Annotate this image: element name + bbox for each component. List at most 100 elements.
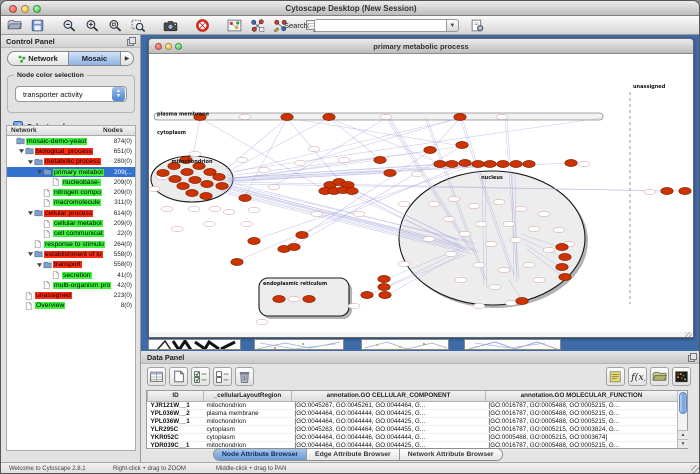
table-column-header[interactable]: ID (148, 391, 204, 401)
expander-icon[interactable] (27, 210, 34, 216)
tree-row[interactable]: mosaic-demo-yeast874(0) (7, 136, 135, 146)
table-row[interactable]: YKR052Ccytoplasm[GO:0044464, GO:0044446,… (148, 433, 678, 441)
tree-column-network[interactable]: Network (11, 127, 37, 134)
node[interactable] (223, 209, 235, 214)
node[interactable] (578, 161, 590, 166)
tree-row[interactable]: unassigned223(0) (7, 290, 135, 300)
save-icon[interactable] (27, 17, 47, 34)
attribute-grid-icon[interactable] (147, 367, 166, 386)
node[interactable] (189, 151, 201, 156)
node-selected[interactable] (303, 295, 315, 302)
edge[interactable] (225, 118, 287, 170)
snapshot-icon[interactable] (160, 17, 180, 34)
table-cell[interactable]: [GO:0045263, GO:0044464, GO:0044455, G..… (292, 425, 486, 433)
node-selected[interactable] (556, 243, 568, 250)
node-selected[interactable] (378, 283, 390, 290)
node[interactable] (248, 207, 260, 212)
node[interactable] (498, 267, 510, 272)
scrollbar-thumb[interactable] (679, 392, 687, 414)
table-cell[interactable]: [GO:0016787, GO:0005215, GO:0003824, G..… (486, 425, 678, 433)
node[interactable] (171, 226, 183, 231)
table-row[interactable]: YPL036W__2plasma membrane[GO:0044464, GO… (148, 409, 678, 417)
table-cell[interactable]: [GO:0044464, GO:0044444, GO:0044425, G..… (292, 417, 486, 425)
tree-row[interactable]: primary metabol209(... (7, 167, 135, 177)
node[interactable] (496, 114, 508, 119)
node-selected[interactable] (434, 160, 446, 167)
tree-row[interactable]: cellular process614(0) (7, 208, 135, 218)
zoom-out-icon[interactable] (59, 17, 79, 34)
background-window-2[interactable] (254, 339, 344, 350)
node[interactable] (353, 211, 365, 216)
node[interactable] (515, 206, 527, 211)
node-selected[interactable] (565, 159, 577, 166)
node[interactable] (308, 146, 320, 151)
network-window-close-button[interactable] (155, 43, 162, 50)
node[interactable] (528, 226, 540, 231)
table-cell[interactable]: cytoplasm (204, 425, 292, 433)
tree-row[interactable]: biological_process651(0) (7, 146, 135, 156)
node[interactable] (553, 227, 565, 232)
tree-row[interactable]: macromolecule311(0) (7, 198, 135, 208)
tree-row[interactable]: response to stimulu264(0) (7, 239, 135, 249)
network-tree-header[interactable]: Network Nodes (6, 125, 136, 135)
node-selected[interactable] (378, 275, 390, 282)
node-selected[interactable] (288, 243, 300, 250)
table-row[interactable]: YJR121W__1mitochondrion[GO:0045267, GO:0… (148, 401, 678, 409)
network-overview-icon[interactable] (224, 17, 244, 34)
node-selected[interactable] (510, 160, 522, 167)
node[interactable] (294, 160, 306, 165)
node[interactable] (445, 251, 457, 256)
window-resize-grip[interactable] (685, 332, 692, 337)
node[interactable] (188, 206, 200, 211)
tab-network[interactable]: Network (7, 51, 69, 66)
function-builder-icon[interactable]: f(x) (628, 367, 647, 386)
node-selected[interactable] (361, 291, 373, 298)
node-selected[interactable] (216, 182, 228, 189)
node[interactable] (475, 221, 487, 226)
node-selected[interactable] (679, 187, 691, 194)
table-cell[interactable]: YLR295C (148, 425, 204, 433)
search-options-icon[interactable] (469, 18, 487, 33)
node[interactable] (161, 206, 173, 211)
tree-column-nodes[interactable]: Nodes (103, 127, 123, 134)
tree-row[interactable]: metabolic process280(0) (7, 157, 135, 167)
node-selected[interactable] (516, 297, 528, 304)
table-cell[interactable]: [GO:0016787, GO:0005488, GO:0005215, G..… (486, 409, 678, 417)
node-selected[interactable] (169, 175, 181, 182)
node-selected[interactable] (379, 291, 391, 298)
node[interactable] (348, 303, 360, 308)
tab-scroll-right-icon[interactable]: ▶ (121, 51, 134, 66)
node-selected[interactable] (472, 160, 484, 167)
node-selected[interactable] (523, 160, 535, 167)
help-icon[interactable] (192, 17, 212, 34)
node[interactable] (468, 203, 480, 208)
node[interactable] (523, 262, 535, 267)
attribute-matrix-icon[interactable] (672, 367, 691, 386)
node-selected[interactable] (661, 187, 673, 194)
app-resize-grip[interactable] (691, 465, 700, 474)
edge[interactable] (287, 118, 462, 146)
tree-row[interactable]: nucleobase-209(0) (7, 177, 135, 187)
node[interactable] (411, 171, 423, 176)
expander-icon[interactable] (36, 169, 43, 175)
node[interactable] (149, 186, 160, 191)
node-selected[interactable] (454, 113, 466, 120)
tab-edge-attribute-browser[interactable]: Edge Attribute Browser (307, 449, 400, 460)
close-button[interactable] (9, 5, 17, 13)
scroll-down-icon[interactable]: ▼ (678, 439, 688, 448)
table-cell[interactable]: YPL036W__1 (148, 417, 204, 425)
node[interactable] (288, 296, 300, 301)
node[interactable] (423, 236, 435, 241)
tree-row[interactable]: cellular metabol209(0) (7, 218, 135, 228)
tree-row[interactable]: cell communicat22(0) (7, 229, 135, 239)
node-selected[interactable] (157, 169, 169, 176)
node[interactable] (459, 231, 471, 236)
table-scrollbar[interactable]: ▲ ▼ (677, 391, 687, 448)
network-canvas[interactable]: plasma membranecytoplasmmitochondrionnuc… (149, 54, 693, 332)
node[interactable] (236, 157, 248, 162)
tree-row[interactable]: establishment of lo558(0) (7, 249, 135, 259)
table-cell[interactable]: [GO:0045267, GO:0045261, GO:0044464, G..… (292, 401, 486, 409)
network-window-zoom-button[interactable] (175, 43, 182, 50)
node[interactable] (503, 221, 515, 226)
expander-icon[interactable] (27, 159, 34, 165)
